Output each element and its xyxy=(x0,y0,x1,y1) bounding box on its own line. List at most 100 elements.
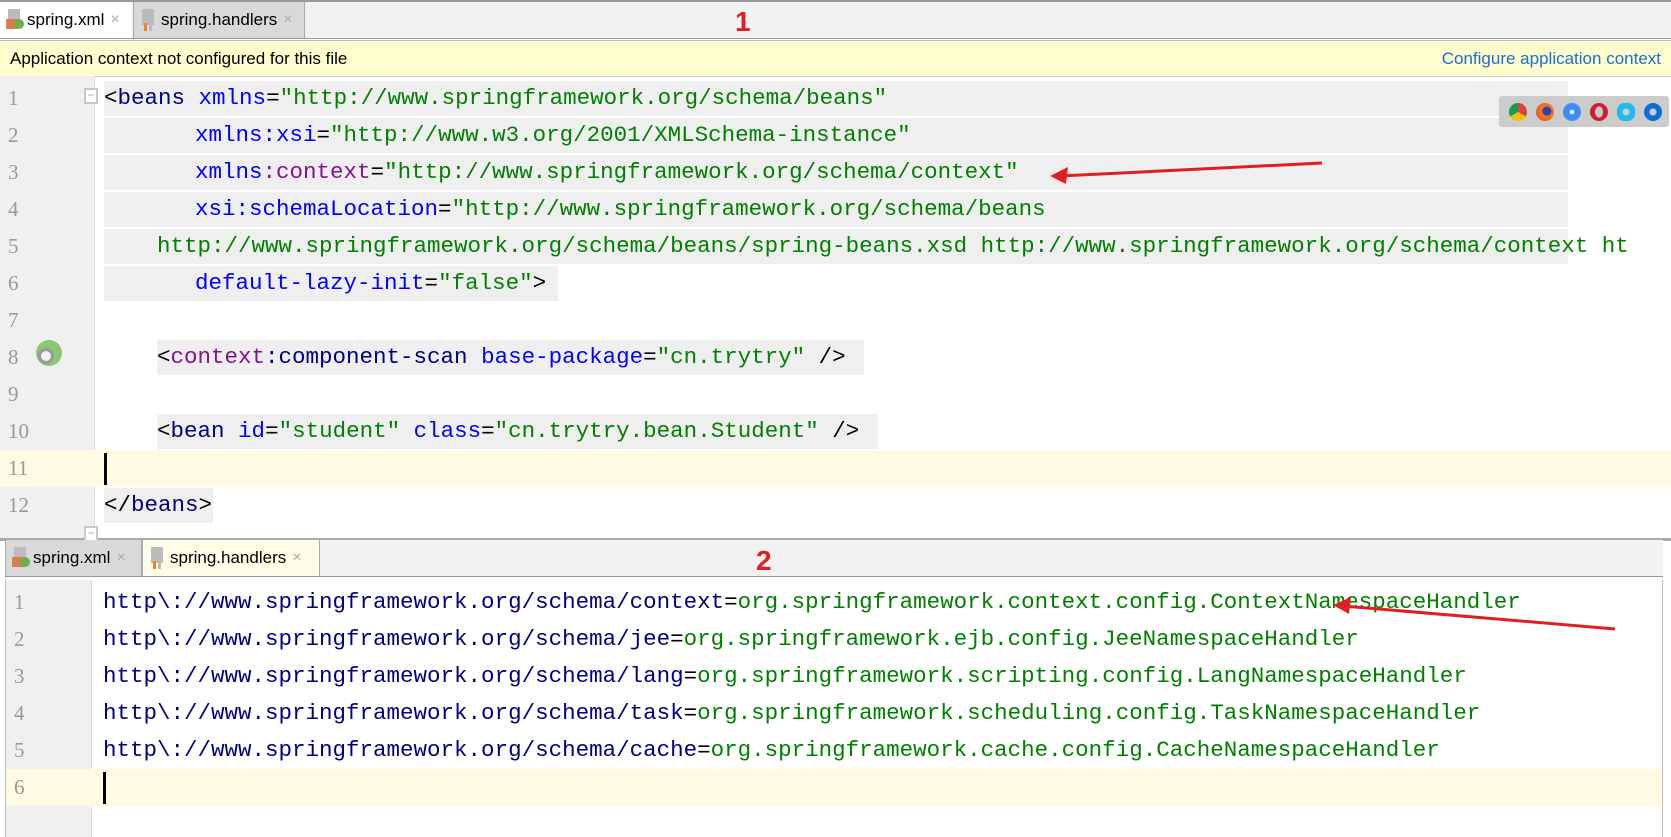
token-val: "false" xyxy=(438,270,533,296)
properties-editor[interactable]: 1 http\://www.springframework.org/schema/… xyxy=(5,580,1663,837)
line-number: 4 xyxy=(8,197,19,221)
spring-bean-search-icon[interactable] xyxy=(36,340,62,366)
text-caret xyxy=(104,453,107,485)
opera-icon[interactable] xyxy=(1590,102,1608,121)
properties-file-icon xyxy=(140,9,158,31)
token-val: "http://www.springframework.org/schema/b… xyxy=(279,85,888,111)
tab-label: spring.xml xyxy=(33,548,111,567)
code-line[interactable]: 1 http\://www.springframework.org/schema/… xyxy=(6,584,1662,621)
token-pun: = xyxy=(683,663,698,689)
token-key: http\://www.springframework.org/schema/c… xyxy=(103,737,698,763)
ie-icon[interactable] xyxy=(1617,102,1635,121)
tab-spring-handlers[interactable]: spring.handlers × xyxy=(142,540,320,576)
tab-spring-handlers[interactable]: spring.handlers × xyxy=(133,2,305,38)
line-number: 6 xyxy=(8,271,19,295)
code-line[interactable]: 12 </beans> xyxy=(0,487,1671,524)
code-line[interactable]: 4 xsi:schemaLocation="http://www.springfr… xyxy=(0,191,1671,228)
token-pun: = xyxy=(683,700,698,726)
edge-icon[interactable] xyxy=(1644,102,1662,121)
token-pun xyxy=(185,85,199,111)
line-number: 5 xyxy=(8,234,19,258)
token-val: "http://www.w3.org/2001/XMLSchema-instan… xyxy=(330,122,911,148)
code-line[interactable]: 1 <beans xmlns="http://www.springframewor… xyxy=(0,80,1671,117)
code-text: default-lazy-init="false"> xyxy=(195,266,546,301)
line-number: 5 xyxy=(14,738,25,762)
properties-file-icon xyxy=(149,547,167,569)
code-line[interactable]: 3 http\://www.springframework.org/schema/… xyxy=(6,658,1662,695)
line-number: 9 xyxy=(8,382,19,406)
code-line[interactable]: 9 xyxy=(0,376,1671,413)
close-icon[interactable]: × xyxy=(110,11,119,29)
token-val: "cn.trytry" xyxy=(656,344,806,370)
code-text: xmlns:context="http://www.springframewor… xyxy=(195,155,1019,190)
code-line[interactable]: 7 xyxy=(0,302,1671,339)
code-line[interactable]: 3 xmlns:context="http://www.springframewo… xyxy=(0,154,1671,191)
code-text: xsi:schemaLocation="http://www.springfra… xyxy=(195,192,1046,227)
magnifier-icon xyxy=(38,348,54,364)
code-line[interactable]: 2 xmlns:xsi="http://www.w3.org/2001/XMLSc… xyxy=(0,117,1671,154)
token-ns: context xyxy=(170,344,266,370)
token-val: org.springframework.ejb.config.JeeNamesp… xyxy=(683,626,1359,652)
close-icon[interactable]: × xyxy=(116,549,125,567)
code-line[interactable]: 4 http\://www.springframework.org/schema/… xyxy=(6,695,1662,732)
token-pun: /> xyxy=(818,418,860,444)
token-pun: = xyxy=(643,344,657,370)
token-val: http://www.springframework.org/schema/be… xyxy=(157,233,1629,259)
token-pun: > xyxy=(198,492,213,518)
firefox-icon[interactable] xyxy=(1536,102,1554,121)
annotation-label-1: 1 xyxy=(735,6,751,37)
close-icon[interactable]: × xyxy=(283,11,292,29)
token-pun: < xyxy=(104,85,118,111)
line-number: 11 xyxy=(8,456,29,480)
code-line[interactable]: 10 <bean id="student" class="cn.trytry.be… xyxy=(0,413,1671,450)
token-pun: /> xyxy=(805,344,846,370)
token-pun xyxy=(400,418,414,444)
token-tag: bean xyxy=(170,418,225,444)
code-text: http://www.springframework.org/schema/be… xyxy=(157,229,1629,264)
line-number: 1 xyxy=(14,590,25,614)
code-text: http\://www.springframework.org/schema/j… xyxy=(103,622,1359,657)
fold-collapse-icon[interactable]: − xyxy=(84,88,98,104)
code-line[interactable]: 2 http\://www.springframework.org/schema/… xyxy=(6,621,1662,658)
token-pun: = xyxy=(481,418,495,444)
token-val: org.springframework.scripting.config.Lan… xyxy=(697,663,1467,689)
code-line[interactable]: 5 http://www.springframework.org/schema/b… xyxy=(0,228,1671,265)
configure-link[interactable]: Configure application context xyxy=(1442,49,1661,69)
line-number: 3 xyxy=(14,664,25,688)
code-line[interactable]: 8 <context:component-scan base-package="c… xyxy=(0,339,1671,376)
safari-icon[interactable] xyxy=(1563,102,1581,121)
xml-file-icon xyxy=(12,547,30,569)
token-pun xyxy=(468,344,482,370)
line-number: 10 xyxy=(8,419,29,443)
close-icon[interactable]: × xyxy=(292,549,301,567)
token-attr: xmlns xyxy=(198,85,267,111)
tab-label: spring.handlers xyxy=(170,548,287,567)
chrome-icon[interactable] xyxy=(1509,102,1527,121)
line-number: 6 xyxy=(14,775,25,799)
tab-spring-xml[interactable]: spring.xml × xyxy=(0,2,132,38)
code-line[interactable]: 6 default-lazy-init="false"> xyxy=(0,265,1671,302)
code-text: <context:component-scan base-package="cn… xyxy=(157,340,846,375)
top-tab-bar: spring.xml × spring.handlers × xyxy=(0,0,1671,39)
code-text: http\://www.springframework.org/schema/c… xyxy=(103,585,1521,620)
xml-editor[interactable]: 1 <beans xmlns="http://www.springframewor… xyxy=(0,76,1671,542)
token-pun: = xyxy=(438,196,452,222)
tab-label: spring.xml xyxy=(27,10,105,29)
token-val: org.springframework.context.config.Conte… xyxy=(737,589,1521,615)
code-line[interactable]: 6 xyxy=(6,769,1662,806)
tab-spring-xml[interactable]: spring.xml × xyxy=(5,540,142,576)
code-text: <bean id="student" class="cn.trytry.bean… xyxy=(157,414,859,449)
tab-label: spring.handlers xyxy=(161,10,278,29)
token-key: http\://www.springframework.org/schema/j… xyxy=(103,626,671,652)
token-pun: = xyxy=(266,85,280,111)
token-pun: < xyxy=(157,418,171,444)
line-number: 7 xyxy=(8,308,19,332)
code-line[interactable]: 11 xyxy=(0,450,1671,487)
token-attr: class xyxy=(413,418,482,444)
token-attr: xsi:schemaLocation xyxy=(195,196,439,222)
token-attr: xmlns xyxy=(195,122,263,148)
token-attr: default-lazy-init xyxy=(195,270,425,296)
code-line[interactable]: 5 http\://www.springframework.org/schema/… xyxy=(6,732,1662,769)
code-text: </beans> xyxy=(104,488,212,523)
token-pun xyxy=(225,418,239,444)
